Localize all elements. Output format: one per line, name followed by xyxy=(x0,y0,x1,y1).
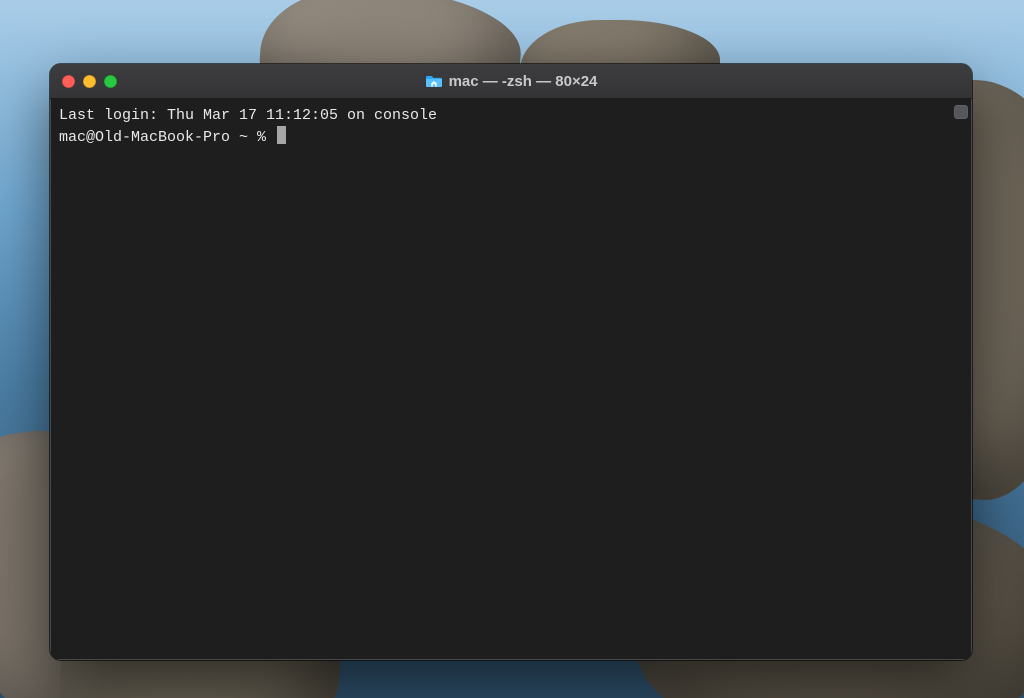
minimize-button[interactable] xyxy=(83,75,96,88)
window-titlebar[interactable]: mac — -zsh — 80×24 xyxy=(50,64,972,99)
terminal-window[interactable]: mac — -zsh — 80×24 Last login: Thu Mar 1… xyxy=(50,64,972,660)
close-button[interactable] xyxy=(62,75,75,88)
shell-prompt: mac@Old-MacBook-Pro ~ % xyxy=(59,129,275,146)
terminal-output: Last login: Thu Mar 17 11:12:05 on conso… xyxy=(59,105,951,148)
text-cursor xyxy=(277,126,286,144)
scrollbar-thumb[interactable] xyxy=(954,105,968,119)
traffic-lights xyxy=(50,75,117,88)
desktop-background: mac — -zsh — 80×24 Last login: Thu Mar 1… xyxy=(0,0,1024,698)
window-title-text: mac — -zsh — 80×24 xyxy=(449,73,598,90)
maximize-button[interactable] xyxy=(104,75,117,88)
window-title: mac — -zsh — 80×24 xyxy=(50,73,972,90)
terminal-body[interactable]: Last login: Thu Mar 17 11:12:05 on conso… xyxy=(50,99,972,660)
home-folder-icon xyxy=(425,74,443,88)
last-login-line: Last login: Thu Mar 17 11:12:05 on conso… xyxy=(59,107,437,124)
